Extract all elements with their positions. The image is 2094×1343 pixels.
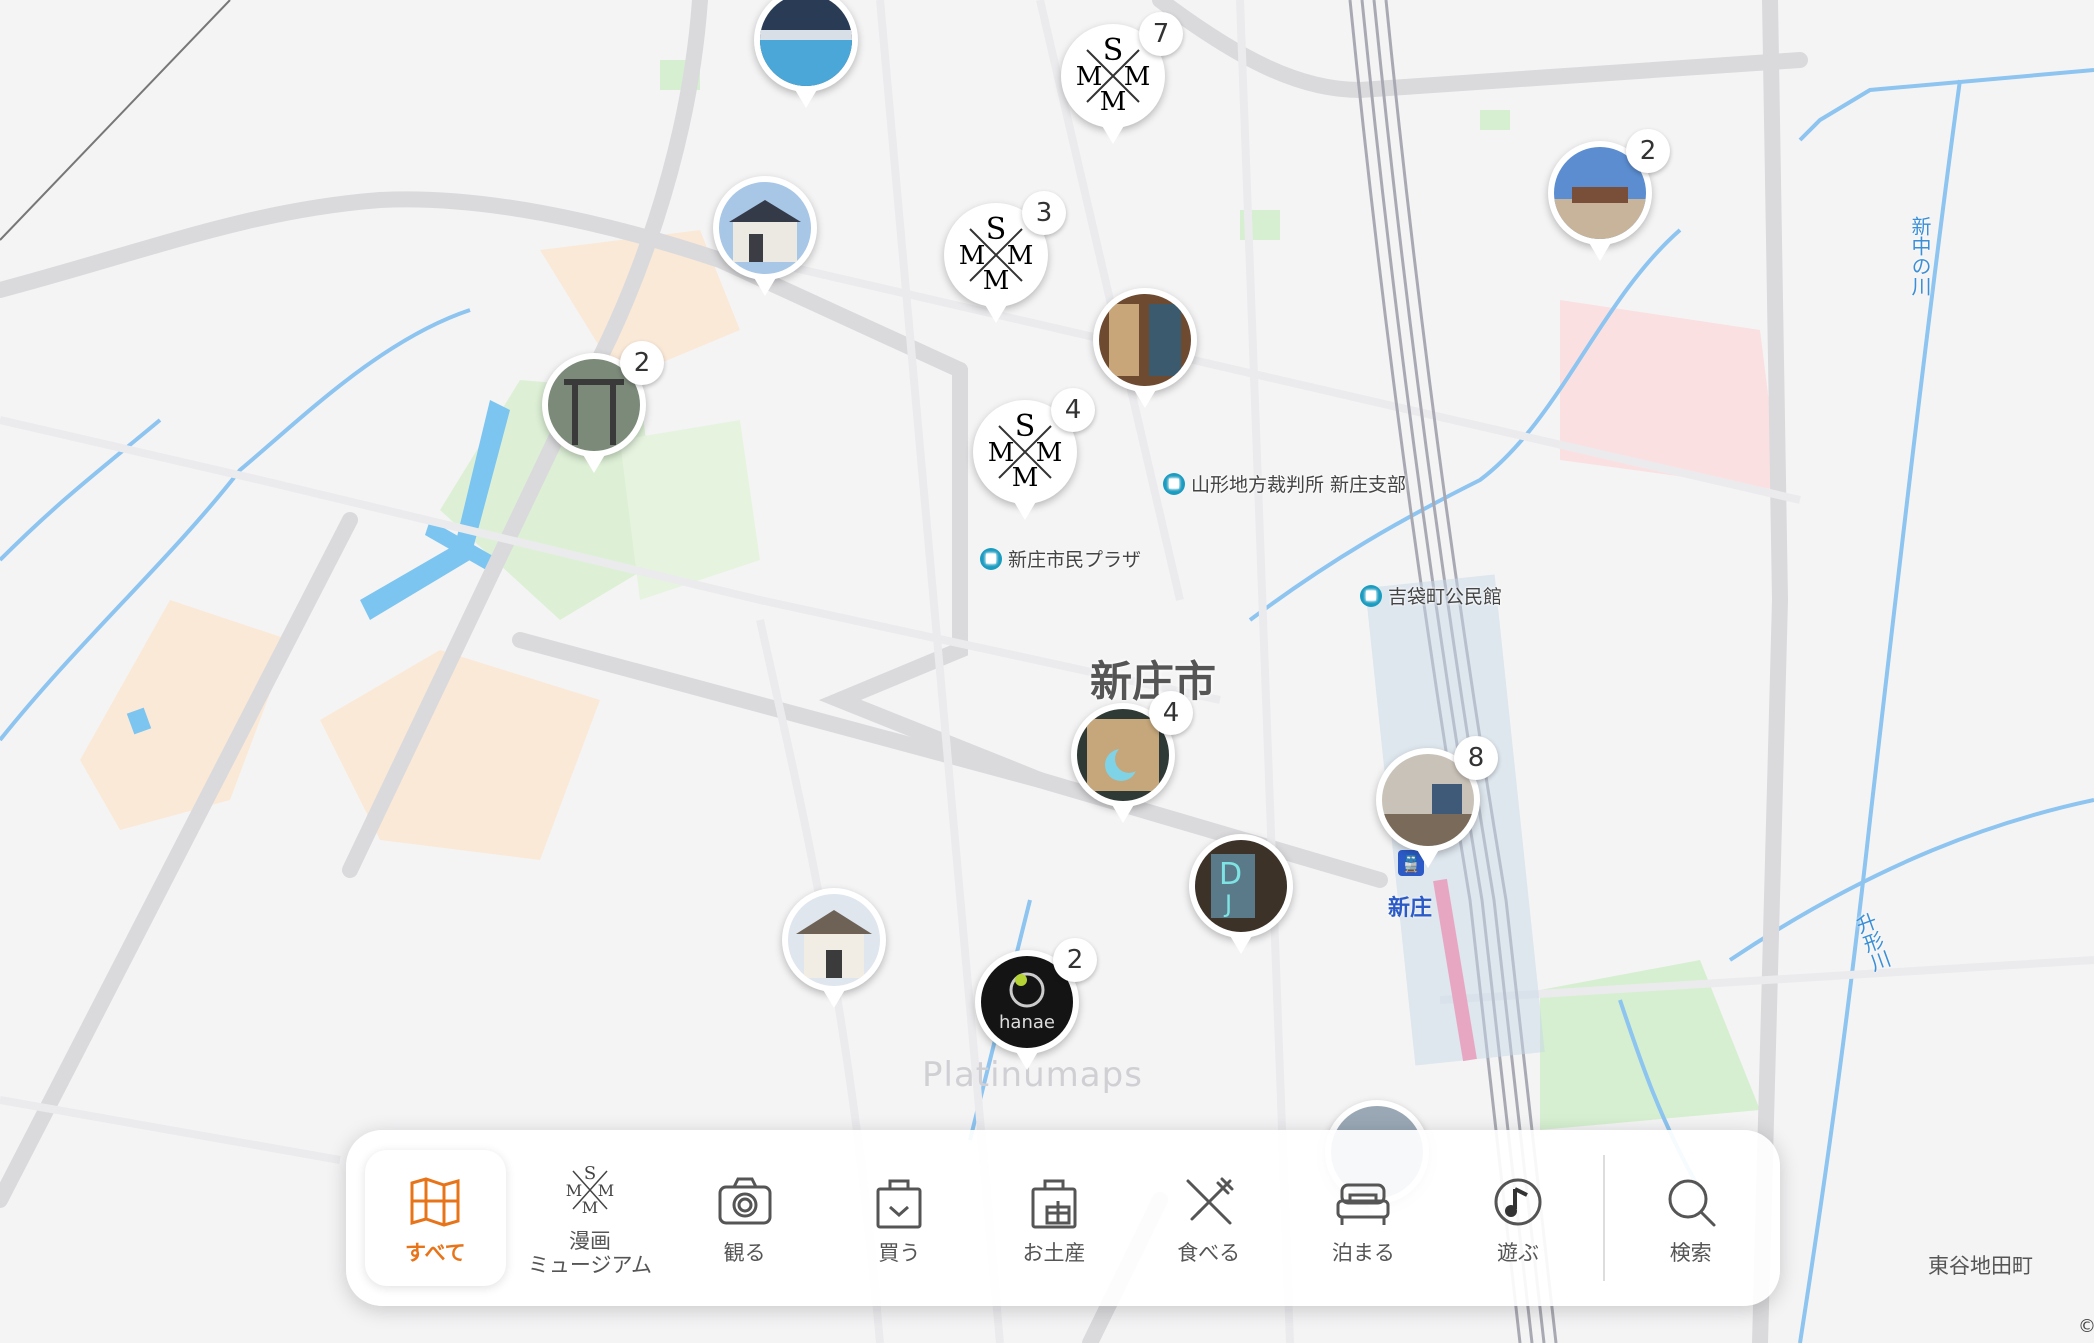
map-marker-temple[interactable] [782, 888, 886, 1008]
copyright: © [2078, 1316, 2094, 1337]
gift-bag-icon [1031, 1179, 1077, 1229]
search-icon [1668, 1179, 1716, 1227]
marker-count-badge: 2 [1053, 938, 1097, 982]
svg-text:M: M [1076, 62, 1103, 92]
marker-photo [760, 0, 852, 86]
svg-text:M: M [988, 438, 1015, 468]
svg-text:M: M [598, 1181, 614, 1200]
camera-icon [718, 1177, 772, 1225]
marker-photo [719, 182, 811, 274]
river-label-shinnaka: 新中の川 [1908, 216, 1932, 296]
svg-text:M: M [1007, 241, 1034, 271]
public-facility-icon: ■ [980, 547, 1002, 570]
map-marker-manga-museum[interactable]: SMMM 7 [1061, 12, 1183, 144]
svg-text:J: J [1223, 890, 1232, 918]
marker-count-badge: 2 [1626, 129, 1670, 173]
map-marker-dj[interactable]: DJ [1189, 834, 1293, 954]
menu-item-search[interactable]: 検索 [1620, 1150, 1761, 1286]
manga-museum-icon: SMMM [566, 1163, 614, 1217]
station-label[interactable]: 新庄 [1388, 890, 1432, 922]
menu-item-stay[interactable]: 泊まる [1293, 1150, 1434, 1286]
svg-text:M: M [1012, 463, 1039, 493]
menu-item-all[interactable]: すべて [365, 1150, 506, 1286]
svg-text:D: D [1219, 857, 1242, 892]
marker-photo: DJ [1195, 840, 1287, 932]
public-facility-icon: ■ [1163, 472, 1185, 495]
menu-item-shop[interactable]: 買う [829, 1150, 970, 1286]
menu-item-souvenir[interactable]: お土産 [984, 1150, 1125, 1286]
svg-text:S: S [1103, 33, 1124, 68]
map-marker-moon-shop[interactable]: 4 [1071, 691, 1193, 823]
marker-count-badge: 4 [1149, 691, 1193, 735]
town-label: 東谷地田町 [1928, 1254, 2033, 1278]
map-marker-shop-front[interactable] [713, 176, 817, 296]
svg-text:M: M [959, 241, 986, 271]
svg-text:M: M [1124, 62, 1151, 92]
map-marker-building[interactable]: 2 [1548, 129, 1670, 261]
marker-photo [1099, 294, 1191, 386]
marker-count-badge: 2 [620, 341, 664, 385]
bed-icon [1336, 1183, 1390, 1225]
svg-text:M: M [1100, 87, 1127, 117]
marker-count-badge: 8 [1454, 736, 1498, 780]
marker-photo [788, 894, 880, 986]
shopping-bag-icon [876, 1179, 922, 1229]
marker-count-badge: 7 [1139, 12, 1183, 56]
menu-item-manga-museum[interactable]: SMMM 漫画 ミュージアム [520, 1150, 661, 1286]
category-menu: すべて SMMM 漫画 ミュージアム 観る 買う お土産 食べる 泊まる 遊ぶ … [346, 1130, 1780, 1306]
area-hospital [1560, 300, 1780, 490]
map-marker-station[interactable]: 8 [1376, 736, 1498, 868]
marker-count-badge: 3 [1022, 191, 1066, 235]
music-note-icon [1494, 1178, 1542, 1226]
svg-text:S: S [986, 212, 1007, 247]
poi-community-hall[interactable]: ■ 吉袋町公民館 [1360, 582, 1502, 609]
menu-divider [1603, 1155, 1606, 1281]
marker-count-badge: 4 [1051, 388, 1095, 432]
menu-item-eat[interactable]: 食べる [1138, 1150, 1279, 1286]
svg-text:M: M [566, 1181, 582, 1200]
menu-item-see[interactable]: 観る [674, 1150, 815, 1286]
map-marker-manga-museum[interactable]: SMMM 4 [973, 388, 1095, 520]
map-marker-bookshelf[interactable] [1093, 288, 1197, 408]
svg-text:M: M [983, 266, 1010, 296]
map-marker-shrine[interactable]: 2 [542, 341, 664, 473]
poi-civic-plaza[interactable]: ■ 新庄市民プラザ [980, 545, 1141, 572]
poi-court[interactable]: ■ 山形地方裁判所 新庄支部 [1163, 470, 1406, 497]
svg-text:hanae: hanae [999, 1012, 1055, 1033]
map-marker-manga-museum[interactable]: SMMM 3 [944, 191, 1066, 323]
fork-knife-icon [1186, 1177, 1234, 1225]
svg-text:S: S [584, 1163, 596, 1184]
menu-item-play[interactable]: 遊ぶ [1448, 1150, 1589, 1286]
svg-text:M: M [1036, 438, 1063, 468]
public-facility-icon: ■ [1360, 584, 1382, 607]
map-marker-hanae[interactable]: hanae 2 [975, 938, 1097, 1070]
map-icon [410, 1177, 460, 1227]
svg-text:S: S [1015, 409, 1036, 444]
svg-text:M: M [582, 1198, 598, 1217]
